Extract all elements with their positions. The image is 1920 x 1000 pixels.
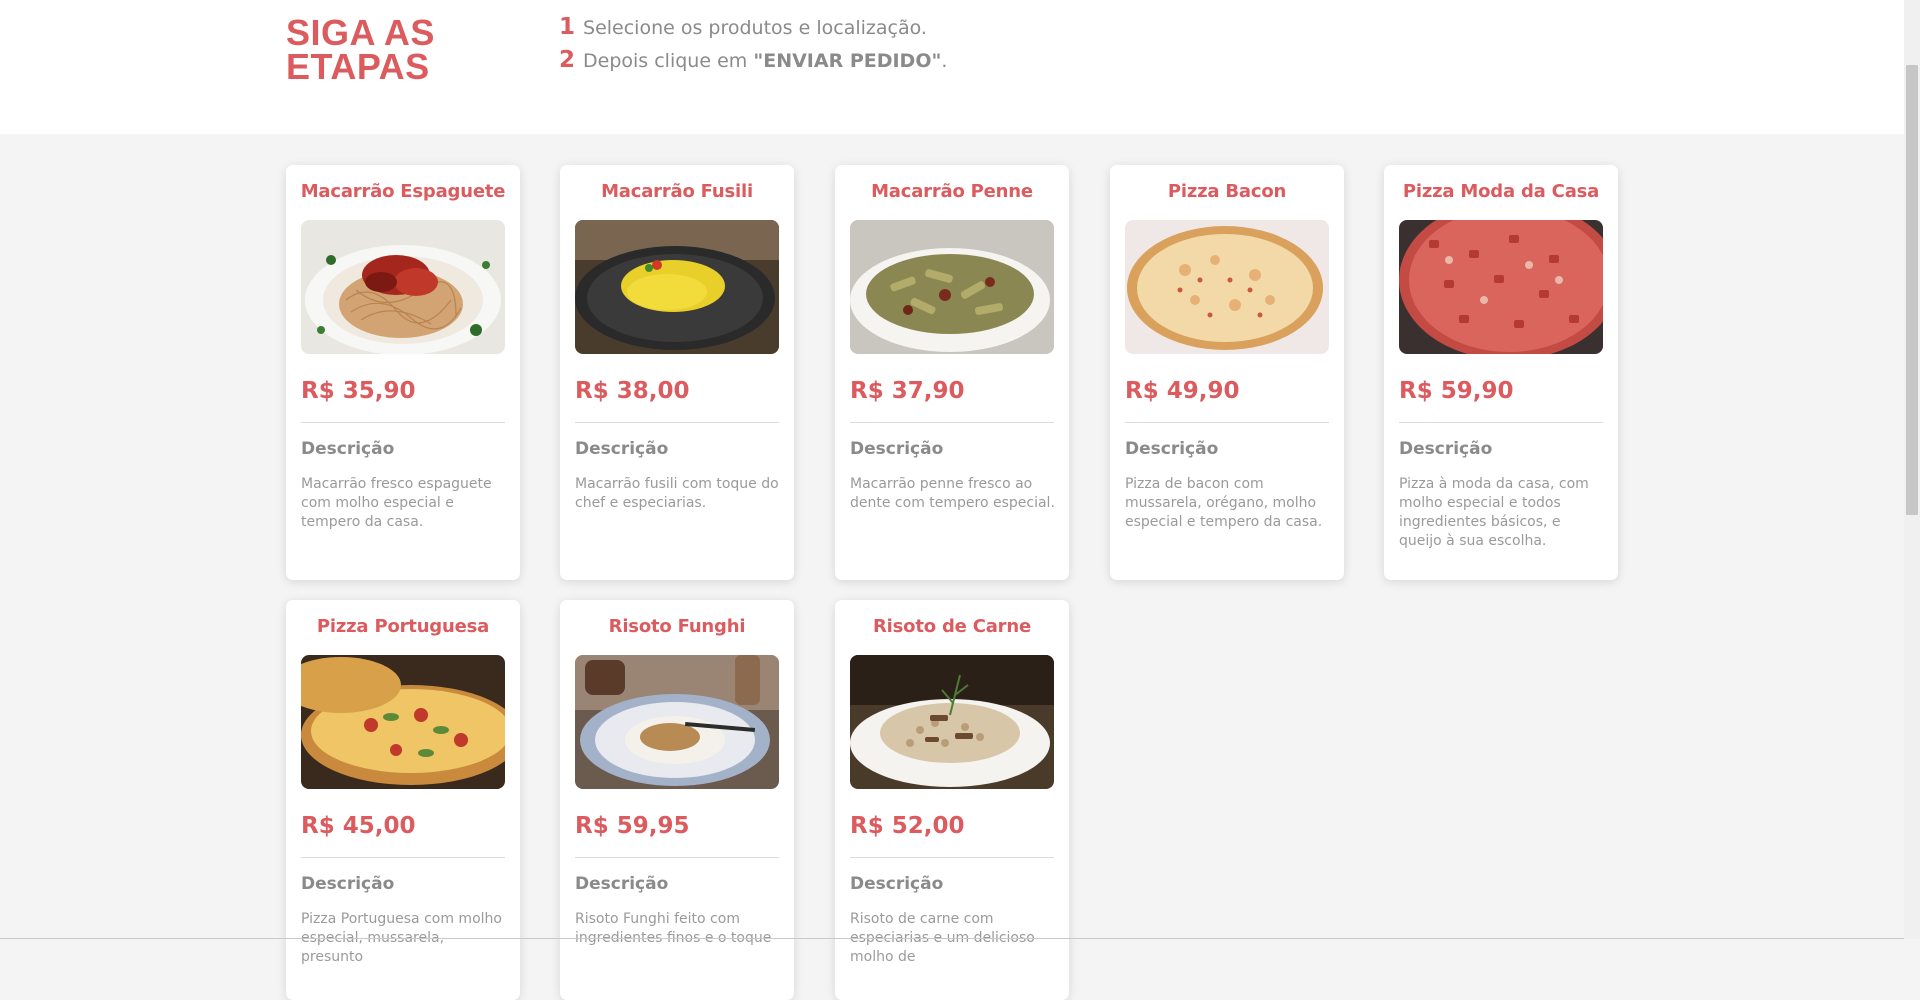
product-name: Pizza Portuguesa [316, 616, 490, 637]
step-1: 1 Selecione os produtos e localização. [559, 14, 927, 40]
product-description: Macarrão fresco espaguete com molho espe… [301, 476, 492, 530]
divider [301, 857, 505, 858]
step-text: Depois clique em [583, 50, 754, 72]
product-price: R$ 37,90 [850, 378, 965, 404]
product-card[interactable]: Macarrão Espaguete R$ 35,90 Descrição Ma… [286, 165, 520, 580]
description-label: Descrição [1399, 439, 1493, 459]
product-card[interactable]: Risoto Funghi R$ 59,95 Descrição Risoto … [560, 600, 794, 1000]
divider [575, 422, 779, 423]
product-description: Risoto Funghi feito com ingredientes fin… [575, 911, 772, 946]
product-name: Pizza Bacon [1167, 181, 1287, 202]
step-number: 1 [559, 14, 576, 40]
product-card[interactable]: Pizza Bacon R$ 49,90 Descrição Pizza de … [1110, 165, 1344, 580]
product-name: Pizza Moda da Casa [1402, 181, 1600, 202]
description-label: Descrição [575, 439, 669, 459]
product-description: Pizza à moda da casa, com molho especial… [1399, 476, 1589, 549]
step-emphasis: "ENVIAR PEDIDO" [753, 50, 942, 72]
step-text-end: . [941, 50, 948, 72]
product-name: Risoto de Carne [873, 616, 1031, 637]
steps-title-line1: SIGA AS [286, 12, 435, 53]
product-description: Pizza de bacon com mussarela, orégano, m… [1125, 476, 1323, 530]
divider [301, 422, 505, 423]
divider [1125, 422, 1329, 423]
product-card[interactable]: Macarrão Fusili R$ 38,00 Descrição Macar… [560, 165, 794, 580]
portuguese-pizza-photo [301, 655, 505, 789]
divider [850, 422, 1054, 423]
description-label: Descrição [301, 874, 395, 894]
divider [1399, 422, 1603, 423]
product-price: R$ 35,90 [301, 378, 416, 404]
product-description: Macarrão penne fresco ao dente com tempe… [850, 476, 1055, 511]
house-pizza-photo [1399, 220, 1603, 354]
product-name: Risoto Funghi [608, 616, 746, 637]
divider [850, 857, 1054, 858]
description-label: Descrição [850, 439, 944, 459]
product-card[interactable]: Macarrão Penne R$ 37,90 Descrição Macarr… [835, 165, 1069, 580]
product-price: R$ 45,00 [301, 813, 416, 839]
product-price: R$ 38,00 [575, 378, 690, 404]
description-label: Descrição [1125, 439, 1219, 459]
product-name: Macarrão Espaguete [300, 181, 506, 202]
steps-title: SIGA AS ETAPAS [286, 12, 435, 87]
product-price: R$ 52,00 [850, 813, 965, 839]
product-card[interactable]: Pizza Moda da Casa R$ 59,90 Descrição Pi… [1384, 165, 1618, 580]
product-price: R$ 49,90 [1125, 378, 1240, 404]
product-description: Macarrão fusili com toque do chef e espe… [575, 476, 779, 511]
steps-title-line2: ETAPAS [286, 46, 430, 87]
product-card[interactable]: Pizza Portuguesa R$ 45,00 Descrição Pizz… [286, 600, 520, 1000]
scrollbar-thumb[interactable] [1906, 65, 1918, 515]
description-label: Descrição [301, 439, 395, 459]
divider [575, 857, 779, 858]
description-label: Descrição [575, 874, 669, 894]
bacon-pizza-photo [1125, 220, 1329, 354]
meat-risotto-photo [850, 655, 1054, 789]
product-price: R$ 59,95 [575, 813, 690, 839]
step-2: 2 Depois clique em "ENVIAR PEDIDO". [559, 47, 947, 73]
step-number: 2 [559, 47, 576, 73]
vertical-scrollbar[interactable] [1904, 0, 1920, 939]
step-text: Selecione os produtos e localização. [583, 17, 927, 39]
funghi-risotto-photo [575, 655, 779, 789]
spaghetti-photo [301, 220, 505, 354]
fusilli-photo [575, 220, 779, 354]
product-name: Macarrão Fusili [601, 181, 753, 202]
product-price: R$ 59,90 [1399, 378, 1514, 404]
product-name: Macarrão Penne [871, 181, 1033, 202]
penne-photo [850, 220, 1054, 354]
product-card[interactable]: Risoto de Carne R$ 52,00 Descrição Risot… [835, 600, 1069, 1000]
steps-header: SIGA AS ETAPAS 1 Selecione os produtos e … [0, 0, 1904, 134]
description-label: Descrição [850, 874, 944, 894]
